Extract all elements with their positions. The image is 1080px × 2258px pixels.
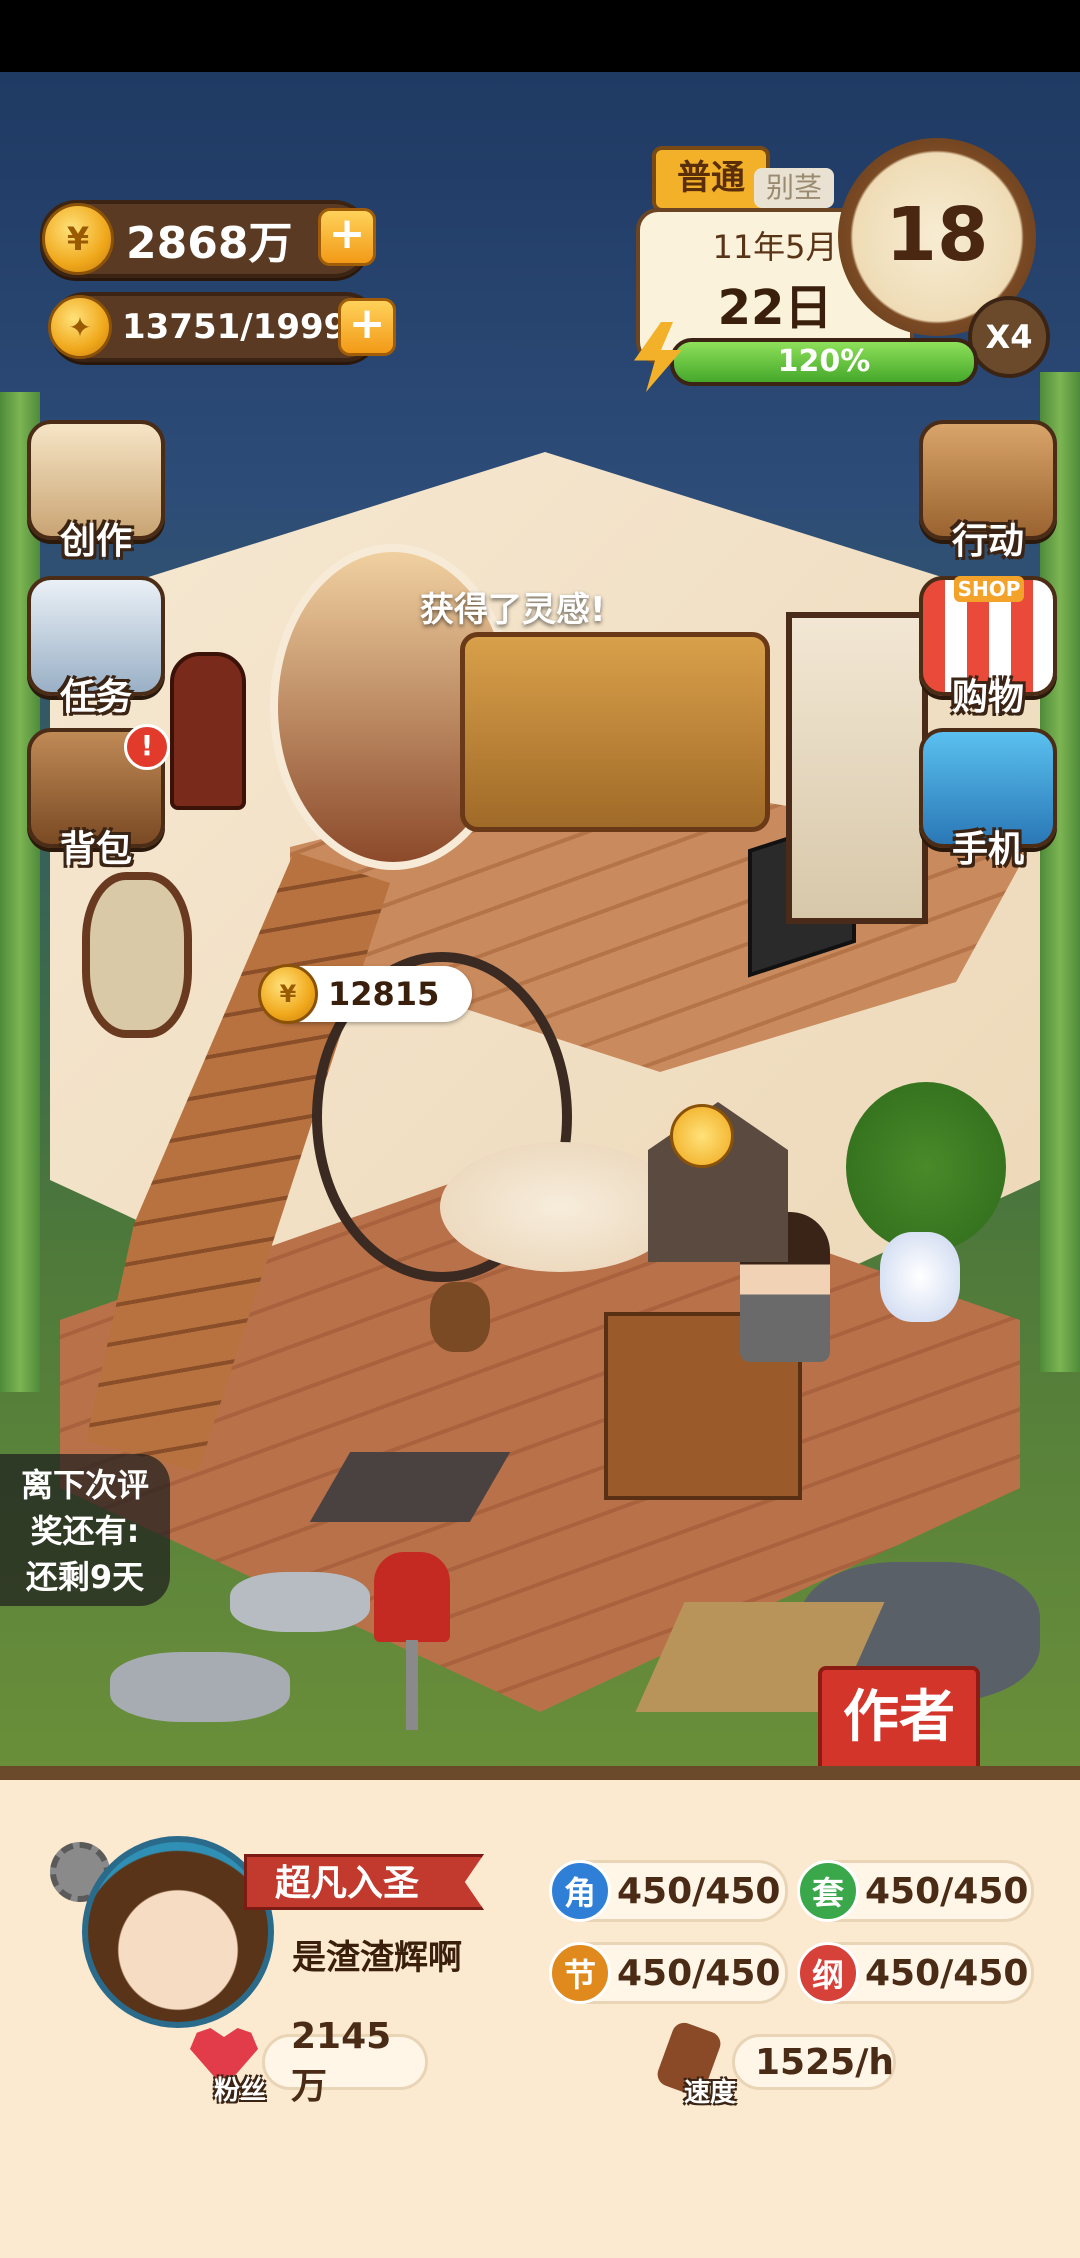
stat-badge: 角 <box>549 1860 611 1922</box>
coin-bubble[interactable]: ¥ 12815 <box>258 964 472 1024</box>
mailbox-post <box>406 1640 418 1730</box>
coin-icon: ¥ <box>258 964 318 1024</box>
countdown-line3: 还剩9天 <box>25 1558 145 1596</box>
backpack-label: 背包 <box>59 829 132 870</box>
stepping-stone <box>230 1572 370 1632</box>
inspiration-toast: 获得了灵感! <box>420 590 606 630</box>
stat-tao[interactable]: 套 450/450 <box>797 1860 1034 1922</box>
round-rug <box>440 1142 680 1272</box>
inspiration-value: 13751/19999 <box>122 307 371 347</box>
energy-bar-label: 120% <box>777 344 871 379</box>
mode-tab-alt-label: 别茎 <box>765 171 822 204</box>
player-name: 是渣渣辉啊 <box>292 1938 462 1978</box>
speed-label: X4 <box>985 318 1033 356</box>
dog[interactable] <box>430 1282 490 1352</box>
speed-value: 1525/h <box>755 2041 894 2083</box>
stat-value: 450/450 <box>617 1952 781 1994</box>
stat-value: 450/450 <box>865 1870 1029 1912</box>
energy-bar: 120% <box>670 338 978 386</box>
add-inspiration-button[interactable]: + <box>338 298 396 356</box>
backpack-button[interactable]: 背包 ! <box>26 724 170 870</box>
notification-badge: ! <box>124 724 170 770</box>
create-button[interactable]: 创作 <box>26 420 166 562</box>
author-button-label: 作者 <box>843 1685 955 1750</box>
inspiration-counter: ✦ 13751/19999 <box>48 292 380 362</box>
wall-window <box>82 872 192 1038</box>
phone-label: 手机 <box>951 829 1024 870</box>
create-label: 创作 <box>59 521 132 562</box>
shop-button[interactable]: SHOP 购物 <box>918 576 1058 718</box>
action-label: 行动 <box>951 521 1024 562</box>
shop-sign: SHOP <box>954 576 1024 602</box>
stat-badge: 纲 <box>797 1942 859 2004</box>
action-button[interactable]: 行动 <box>918 420 1058 562</box>
coin-value: 2868万 <box>126 218 293 269</box>
tasks-button[interactable]: 任务 <box>26 576 166 718</box>
tasks-label: 任务 <box>59 677 132 718</box>
pendulum-clock[interactable] <box>170 652 246 810</box>
coin-bubble-value: 12815 <box>328 975 440 1013</box>
author-button[interactable]: 作者 <box>818 1666 980 1774</box>
fans-pill: 2145万 <box>262 2016 428 2107</box>
stat-badge: 套 <box>797 1860 859 1922</box>
shop-label: 购物 <box>951 677 1024 718</box>
countdown-line1: 离下次评 <box>20 1466 149 1504</box>
stat-value: 450/450 <box>865 1952 1029 1994</box>
stat-gang[interactable]: 纲 450/450 <box>797 1942 1034 2004</box>
lightbulb-icon: ✦ <box>48 295 112 359</box>
folding-screen[interactable] <box>786 612 928 924</box>
add-coins-button[interactable]: + <box>318 208 376 266</box>
stepping-stone <box>110 1652 290 1722</box>
profile-panel: 超凡入圣 是渣渣辉啊 粉丝 2145万 速度 1525/h 角 450/450 … <box>0 1766 1080 2258</box>
title-banner: 超凡入圣 <box>244 1854 484 1910</box>
mode-tab-normal[interactable]: 普通 <box>652 146 770 212</box>
review-countdown: 离下次评 奖还有: 还剩9天 <box>0 1454 170 1606</box>
title-label: 超凡入圣 <box>275 1863 420 1904</box>
speed-button[interactable]: X4 <box>968 296 1050 378</box>
speed-stat-label: 速度 <box>684 2078 737 2108</box>
stat-badge: 节 <box>549 1942 611 2004</box>
stat-jie[interactable]: 节 450/450 <box>549 1942 788 2004</box>
clock-value: 18 <box>885 192 989 278</box>
fans-label: 粉丝 <box>214 2076 267 2106</box>
mode-tab-label: 普通 <box>677 158 745 198</box>
status-bar <box>0 0 1080 72</box>
countdown-line2: 奖还有: <box>30 1512 140 1550</box>
coin-icon: ¥ <box>42 203 114 275</box>
stat-jiao[interactable]: 角 450/450 <box>549 1860 788 1922</box>
vase <box>880 1232 960 1322</box>
orange-tree[interactable] <box>846 1082 1006 1252</box>
phone-button[interactable]: 手机 <box>918 728 1058 870</box>
speed-pill: 1525/h <box>732 2034 896 2090</box>
mailbox[interactable] <box>374 1552 450 1642</box>
lightbulb-icon[interactable] <box>670 1104 734 1168</box>
stat-value: 450/450 <box>617 1870 781 1912</box>
mode-tab-alt[interactable]: 别茎 <box>754 168 834 208</box>
fans-value: 2145万 <box>291 2015 392 2107</box>
bed[interactable] <box>460 632 770 832</box>
